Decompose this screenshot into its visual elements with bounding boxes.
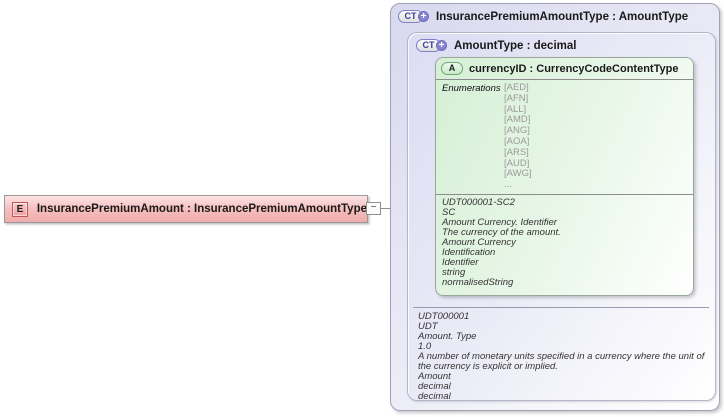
- enumeration-value: ...: [504, 179, 512, 191]
- outer-type-title: InsurancePremiumAmountType : AmountType: [436, 11, 689, 23]
- complex-type-icon: CT +: [416, 39, 447, 53]
- annotation-line: UDT000001: [418, 311, 470, 322]
- expand-plus-icon[interactable]: +: [436, 40, 447, 51]
- inner-type-title: AmountType : decimal: [454, 40, 577, 52]
- enumerations-label: Enumerations: [442, 83, 501, 94]
- annotation-line: Amount. Type: [418, 331, 477, 342]
- annotation-line: normalisedString: [442, 276, 514, 288]
- connector-line: [380, 208, 390, 209]
- annotation-line: UDT000001-SC2: [442, 196, 515, 208]
- enumeration-value-list: [AED] [AFN] [ALL] [AMD] [ANG] [AOA] [ARS] [AUD]…: [504, 82, 532, 191]
- type-annotation-list: UDT000001 UDT Amount. Type 1.0 A number of m…: [418, 312, 710, 402]
- annotation-line: Identifier: [442, 256, 479, 268]
- element-label: InsurancePremiumAmount : InsurancePremiu…: [36, 203, 367, 215]
- complex-type-icon: CT +: [398, 10, 429, 24]
- separator: [413, 307, 709, 308]
- attribute-icon: A: [441, 62, 463, 75]
- outer-type-header: CT + InsurancePremiumAmountType : Amount…: [398, 9, 688, 25]
- annotation-line: decimal: [418, 391, 451, 402]
- attribute-header: A currencyID : CurrencyCodeContentType: [436, 58, 693, 79]
- inner-type-header: CT + AmountType : decimal: [416, 38, 576, 54]
- attribute-box-currency-id[interactable]: A currencyID : CurrencyCodeContentType E…: [435, 57, 694, 296]
- attribute-title: currencyID : CurrencyCodeContentType: [469, 62, 679, 75]
- annotation-line: decimal: [418, 381, 451, 392]
- complex-type-panel-outer[interactable]: CT + InsurancePremiumAmountType : Amount…: [390, 3, 720, 411]
- annotation-line: Identification: [442, 246, 496, 258]
- collapse-toggle-icon[interactable]: −: [366, 202, 381, 215]
- enumerations-section: Enumerations [AED] [AFN] [ALL] [AMD] [ANG] [A…: [436, 80, 693, 194]
- annotation-line: Amount: [418, 371, 451, 382]
- annotation-line: A number of monetary units specified in …: [418, 351, 705, 372]
- expand-plus-icon[interactable]: +: [418, 11, 429, 22]
- schema-diagram-canvas: E InsurancePremiumAmount : InsurancePrem…: [0, 0, 724, 417]
- enumeration-value: [ARS]: [504, 146, 529, 158]
- attribute-annotation-list: UDT000001-SC2 SC Amount Currency. Identifi…: [436, 195, 693, 288]
- complex-type-panel-inner[interactable]: CT + AmountType : decimal A currencyID :…: [407, 32, 716, 402]
- element-icon: E: [12, 201, 28, 217]
- enumeration-value: [AFN]: [504, 92, 529, 104]
- element-node-insurance-premium-amount[interactable]: E InsurancePremiumAmount : InsurancePrem…: [4, 195, 368, 223]
